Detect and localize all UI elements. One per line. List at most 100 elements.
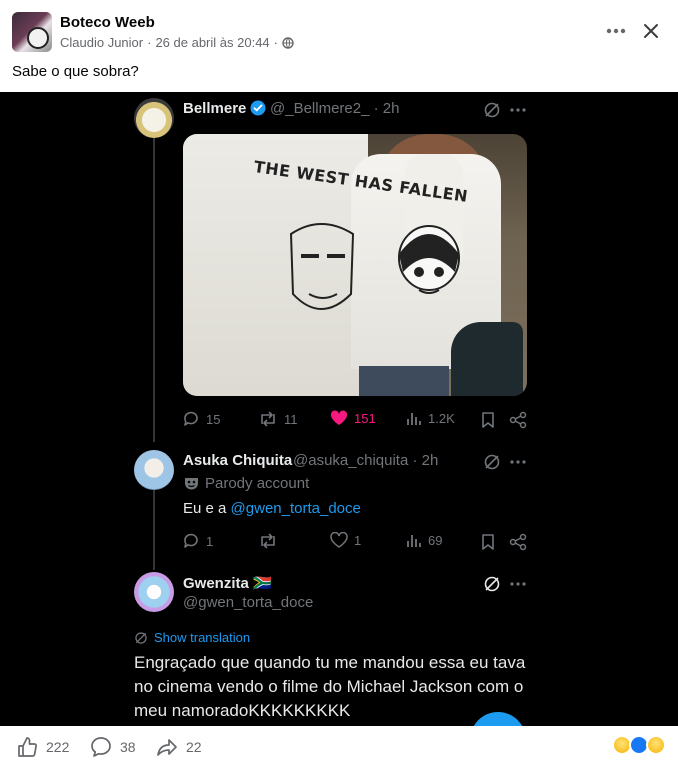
handle-text: @asuka_chiquita bbox=[293, 452, 409, 469]
share-arrow-icon bbox=[157, 739, 177, 756]
thread-connector bbox=[153, 138, 155, 442]
heart-icon bbox=[330, 532, 348, 548]
flag-emoji: 🇿🇦 bbox=[253, 575, 272, 592]
tweet-handle[interactable]: @asuka_chiquita · 2h bbox=[293, 452, 438, 469]
handle-text: @_Bellmere2_ bbox=[270, 100, 370, 117]
like-button[interactable]: 151 bbox=[330, 410, 376, 426]
repost-button[interactable]: 11 bbox=[258, 410, 298, 428]
repost-count: 11 bbox=[284, 411, 298, 427]
photo-anime-print bbox=[398, 225, 460, 294]
repost-icon bbox=[261, 533, 275, 549]
tweet-author-name[interactable]: Gwenzita 🇿🇦 bbox=[183, 574, 272, 592]
mention-link[interactable]: @gwen_torta_doce bbox=[231, 500, 361, 517]
reply-count: 15 bbox=[206, 411, 221, 427]
page-avatar[interactable] bbox=[12, 12, 52, 52]
globe-icon bbox=[282, 36, 294, 49]
share-count: 22 bbox=[186, 739, 202, 755]
like-button[interactable]: 1 bbox=[330, 532, 361, 548]
tweet-time: · 2h bbox=[373, 100, 400, 117]
grok-icon bbox=[484, 454, 500, 470]
more-horizontal-icon bbox=[510, 108, 526, 112]
tweet-more-button[interactable] bbox=[508, 452, 528, 472]
share-icon bbox=[509, 533, 527, 551]
tweet-avatar[interactable] bbox=[134, 572, 174, 612]
page-name[interactable]: Boteco Weeb bbox=[60, 14, 155, 31]
tweet-text-body: Eu e a bbox=[183, 500, 231, 517]
tweet-handle[interactable]: @gwen_torta_doce bbox=[183, 594, 313, 611]
like-count: 151 bbox=[354, 410, 376, 426]
tweet-text-line: Engraçado que quando tu me mandou essa e… bbox=[134, 653, 526, 672]
author-name-text: Gwenzita bbox=[183, 575, 249, 592]
grok-icon bbox=[484, 576, 500, 592]
post-header: Boteco Weeb Claudio Junior · 26 de abril… bbox=[0, 0, 678, 92]
thumbs-up-icon bbox=[18, 737, 37, 757]
more-options-button[interactable] bbox=[602, 20, 630, 42]
tweet-avatar[interactable] bbox=[134, 98, 174, 138]
comment-icon bbox=[91, 737, 111, 757]
tweet-text-line: meu namoradoKKKKKKKKK bbox=[134, 701, 351, 720]
views-icon bbox=[407, 535, 421, 547]
meta-separator: · bbox=[147, 35, 152, 50]
grok-button[interactable] bbox=[482, 452, 502, 472]
bookmark-button[interactable] bbox=[478, 410, 498, 430]
sad-reaction-icon bbox=[646, 735, 666, 755]
tweet-author-name[interactable]: Asuka Chiquita bbox=[183, 452, 292, 469]
photo-drawn-face bbox=[289, 223, 355, 310]
bookmark-icon bbox=[482, 534, 494, 550]
post-footer: 222 38 22 bbox=[0, 726, 678, 768]
tweet-photo[interactable]: THE WEST HAS FALLEN bbox=[183, 134, 527, 396]
tweet-avatar[interactable] bbox=[134, 450, 174, 490]
parody-mask-icon bbox=[185, 478, 198, 490]
repost-button[interactable] bbox=[258, 532, 278, 550]
share-button[interactable] bbox=[508, 410, 528, 430]
more-horizontal-icon bbox=[606, 28, 626, 34]
post-date[interactable]: 26 de abril às 20:44 bbox=[155, 35, 269, 50]
meta-separator: · bbox=[273, 35, 278, 50]
tweet-time: · 2h bbox=[412, 452, 439, 469]
tweet-more-button[interactable] bbox=[508, 574, 528, 594]
grok-button[interactable] bbox=[482, 574, 502, 594]
close-button[interactable] bbox=[640, 20, 662, 42]
verified-badge-icon bbox=[250, 100, 266, 116]
bookmark-button[interactable] bbox=[478, 532, 498, 552]
grok-button[interactable] bbox=[482, 100, 502, 120]
share-button[interactable] bbox=[508, 532, 528, 552]
reply-button[interactable]: 15 bbox=[182, 410, 220, 428]
tweet-thread: Bellmere @_Bellmere2_ · 2h THE WEST HAS … bbox=[118, 92, 548, 726]
reaction-summary[interactable] bbox=[612, 735, 672, 757]
views-count: 69 bbox=[428, 532, 443, 548]
reply-button[interactable]: 1 bbox=[182, 532, 213, 550]
reply-icon bbox=[184, 533, 198, 548]
like-count: 1 bbox=[354, 532, 362, 548]
author-name[interactable]: Claudio Junior bbox=[60, 35, 143, 50]
reply-icon bbox=[184, 411, 198, 426]
tweet-more-button[interactable] bbox=[508, 100, 528, 120]
tweet-handle[interactable]: @_Bellmere2_ · 2h bbox=[270, 100, 399, 117]
tweet-text: Eu e a @gwen_torta_doce bbox=[183, 500, 361, 517]
comment-count: 38 bbox=[120, 739, 136, 755]
more-horizontal-icon bbox=[510, 460, 526, 464]
parody-label: Parody account bbox=[184, 475, 309, 492]
thread-connector bbox=[153, 490, 155, 570]
bookmark-icon bbox=[482, 412, 494, 428]
tweet-author-name[interactable]: Bellmere bbox=[183, 100, 266, 117]
share-action[interactable]: 22 bbox=[156, 736, 202, 758]
translate-icon bbox=[135, 631, 147, 644]
post-meta: Claudio Junior · 26 de abril às 20:44 · bbox=[60, 35, 294, 50]
show-translation-link[interactable]: Show translation bbox=[134, 630, 250, 645]
views-button[interactable]: 1.2K bbox=[406, 410, 455, 426]
photo-jeans bbox=[359, 366, 449, 396]
views-count: 1.2K bbox=[428, 410, 455, 426]
reply-count: 1 bbox=[206, 533, 214, 549]
comment-action[interactable]: 38 bbox=[90, 736, 136, 758]
translate-text: Show translation bbox=[154, 630, 251, 645]
tweet-text: Engraçado que quando tu me mandou essa e… bbox=[134, 651, 525, 723]
post-image[interactable]: Bellmere @_Bellmere2_ · 2h THE WEST HAS … bbox=[0, 92, 678, 726]
share-icon bbox=[509, 411, 527, 429]
author-name-text: Bellmere bbox=[183, 100, 247, 117]
like-action[interactable]: 222 bbox=[16, 736, 69, 758]
views-button[interactable]: 69 bbox=[406, 532, 442, 548]
views-icon bbox=[407, 413, 421, 425]
parody-text: Parody account bbox=[205, 475, 310, 492]
heart-filled-icon bbox=[330, 410, 348, 425]
